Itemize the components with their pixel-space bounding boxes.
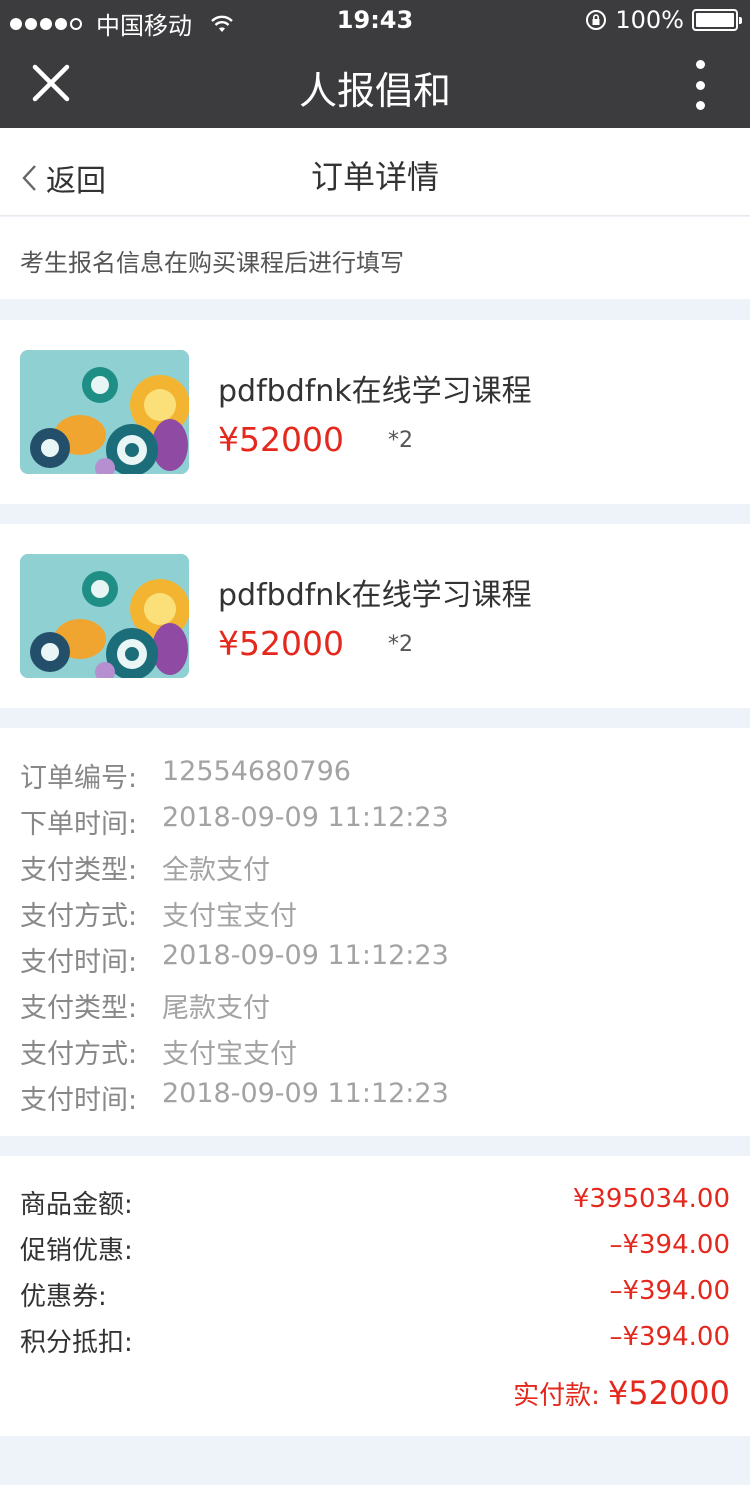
product-quantity: *2 — [388, 428, 413, 453]
battery-icon — [692, 9, 742, 31]
summary-label: 积分抵扣: — [20, 1328, 133, 1358]
order-info-section: 订单编号: 12554680796 下单时间: 2018-09-09 11:12… — [0, 728, 750, 1136]
summary-label: 促销优惠: — [20, 1236, 133, 1266]
product-price: ¥52000 — [218, 420, 344, 459]
info-label: 支付方式: — [20, 1039, 138, 1070]
total-label: 实付款: — [513, 1381, 600, 1411]
summary-amount: –¥394.00 — [609, 1276, 730, 1306]
summary-line-promotion: 促销优惠: –¥394.00 — [20, 1230, 730, 1267]
info-label: 支付方式: — [20, 901, 138, 932]
page-nav: 返回 订单详情 — [0, 128, 750, 216]
info-row-payment-type: 支付类型: 尾款支付 — [20, 986, 270, 1025]
info-value: 尾款支付 — [162, 993, 270, 1024]
summary-amount: ¥395034.00 — [572, 1184, 730, 1214]
product-name: pdfbdfnk在线学习课程 — [218, 374, 532, 409]
summary-label: 优惠券: — [20, 1282, 107, 1312]
info-row-payment-method: 支付方式: 支付宝支付 — [20, 894, 297, 933]
notice-bar: 考生报名信息在购买课程后进行填写 — [0, 217, 750, 299]
info-label: 订单编号: — [20, 763, 138, 794]
info-row-payment-method: 支付方式: 支付宝支付 — [20, 1032, 297, 1071]
info-value: 2018-09-09 11:12:23 — [162, 940, 449, 971]
battery-percent: 100% — [615, 6, 684, 34]
status-bar: 中国移动 19:43 100% — [0, 0, 750, 40]
summary-amount: –¥394.00 — [609, 1230, 730, 1260]
summary-line-coupon: 优惠券: –¥394.00 — [20, 1276, 730, 1313]
product-thumbnail — [20, 554, 189, 678]
app-title: 人报倡和 — [298, 69, 451, 113]
summary-line-points: 积分抵扣: –¥394.00 — [20, 1322, 730, 1359]
page-title: 订单详情 — [310, 158, 439, 196]
info-label: 支付时间: — [20, 1085, 138, 1116]
info-value: 2018-09-09 11:12:23 — [162, 802, 449, 833]
info-label: 下单时间: — [20, 809, 138, 840]
info-row-order-time: 下单时间: 2018-09-09 11:12:23 — [20, 802, 449, 841]
price-summary-section: 商品金额: ¥395034.00 促销优惠: –¥394.00 优惠券: –¥3… — [0, 1156, 750, 1436]
total-value: ¥52000 — [607, 1374, 730, 1412]
info-value: 支付宝支付 — [162, 1039, 297, 1070]
info-value: 12554680796 — [162, 756, 351, 787]
info-row-payment-time: 支付时间: 2018-09-09 11:12:23 — [20, 1078, 449, 1117]
rotation-lock-icon — [586, 10, 607, 30]
total-paid: 实付款: ¥52000 — [513, 1374, 730, 1412]
summary-label: 商品金额: — [20, 1190, 133, 1220]
product-card[interactable]: pdfbdfnk在线学习课程 ¥52000 *2 — [0, 524, 750, 708]
product-name: pdfbdfnk在线学习课程 — [218, 578, 532, 613]
summary-amount: –¥394.00 — [609, 1322, 730, 1352]
info-label: 支付类型: — [20, 855, 138, 886]
info-label: 支付类型: — [20, 993, 138, 1024]
info-row-payment-time: 支付时间: 2018-09-09 11:12:23 — [20, 940, 449, 979]
summary-line-goods-amount: 商品金额: ¥395034.00 — [20, 1184, 730, 1221]
info-value: 支付宝支付 — [162, 901, 297, 932]
status-right: 100% — [585, 6, 742, 34]
info-value: 全款支付 — [162, 855, 270, 886]
notice-text: 考生报名信息在购买课程后进行填写 — [20, 249, 404, 277]
more-vertical-icon[interactable] — [690, 60, 710, 110]
info-value: 2018-09-09 11:12:23 — [162, 1078, 449, 1109]
product-quantity: *2 — [388, 632, 413, 657]
info-row-payment-type: 支付类型: 全款支付 — [20, 848, 270, 887]
product-price: ¥52000 — [218, 624, 344, 663]
app-title-bar: 人报倡和 — [0, 40, 750, 128]
info-label: 支付时间: — [20, 947, 138, 978]
product-card[interactable]: pdfbdfnk在线学习课程 ¥52000 *2 — [0, 320, 750, 504]
info-row-order-number: 订单编号: 12554680796 — [20, 756, 351, 795]
product-thumbnail — [20, 350, 189, 474]
